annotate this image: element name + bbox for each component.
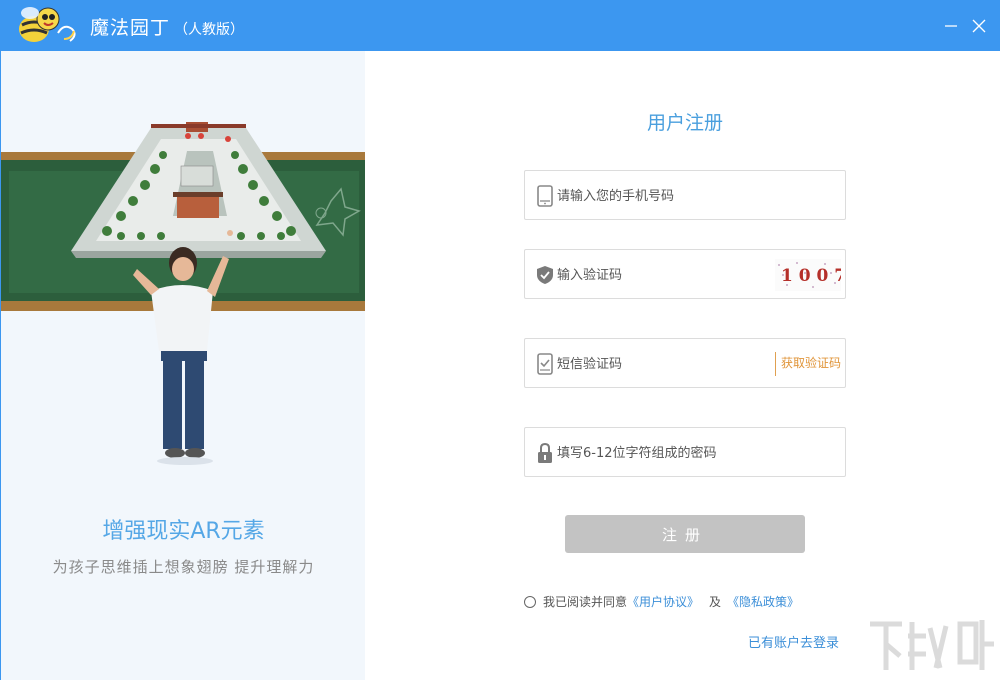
promo-subheading: 为孩子思维插上想象翅膀 提升理解力 — [52, 558, 315, 576]
close-icon — [972, 19, 986, 33]
title-bar: 魔法园丁 （人教版） — [0, 0, 1000, 51]
promo-heading: 增强现实AR元素 — [102, 519, 265, 544]
captcha-input[interactable] — [557, 262, 787, 288]
register-button[interactable]: 注册 — [565, 515, 805, 553]
and-text: 及 — [709, 595, 722, 609]
agree-radio[interactable] — [524, 595, 536, 608]
sms-code-input[interactable] — [557, 351, 767, 377]
captcha-text: 1 0 0 7 — [781, 266, 841, 286]
app-title: 魔法园丁 （人教版） — [90, 13, 244, 40]
lock-icon — [535, 441, 555, 465]
captcha-image[interactable]: 1 0 0 7 — [775, 259, 841, 291]
ar-hero-illustration — [1, 122, 365, 465]
phone-input[interactable] — [557, 183, 787, 209]
password-input[interactable] — [557, 440, 787, 466]
app-title-text: 魔法园丁 — [90, 17, 171, 39]
app-edition: （人教版） — [174, 22, 245, 38]
sms-code-field: 获取验证码 — [524, 338, 846, 388]
password-field — [524, 427, 846, 477]
form-title: 用户注册 — [646, 112, 723, 134]
agreement-row: 我已阅读并同意 《用户协议》 及 《隐私政策》 — [524, 593, 799, 610]
agree-text: 我已阅读并同意 — [543, 595, 628, 609]
close-button[interactable] — [966, 13, 992, 39]
promo-panel: 增强现实AR元素 为孩子思维插上想象翅膀 提升理解力 — [0, 51, 365, 680]
get-sms-code-button[interactable]: 获取验证码 — [781, 354, 841, 371]
sms-divider — [775, 352, 776, 376]
minimize-icon — [945, 25, 957, 27]
captcha-field: 1 0 0 7 — [524, 249, 846, 299]
privacy-policy-link[interactable]: 《隐私政策》 — [727, 593, 799, 610]
bee-logo-icon — [19, 7, 76, 42]
phone-field — [524, 170, 846, 220]
phone-icon — [535, 184, 555, 208]
user-agreement-link[interactable]: 《用户协议》 — [627, 593, 699, 610]
watermark-logo — [870, 620, 994, 670]
minimize-button[interactable] — [938, 13, 964, 39]
phone-check-icon — [535, 352, 555, 376]
login-link[interactable]: 已有账户去登录 — [748, 632, 839, 651]
shield-check-icon — [535, 263, 555, 287]
